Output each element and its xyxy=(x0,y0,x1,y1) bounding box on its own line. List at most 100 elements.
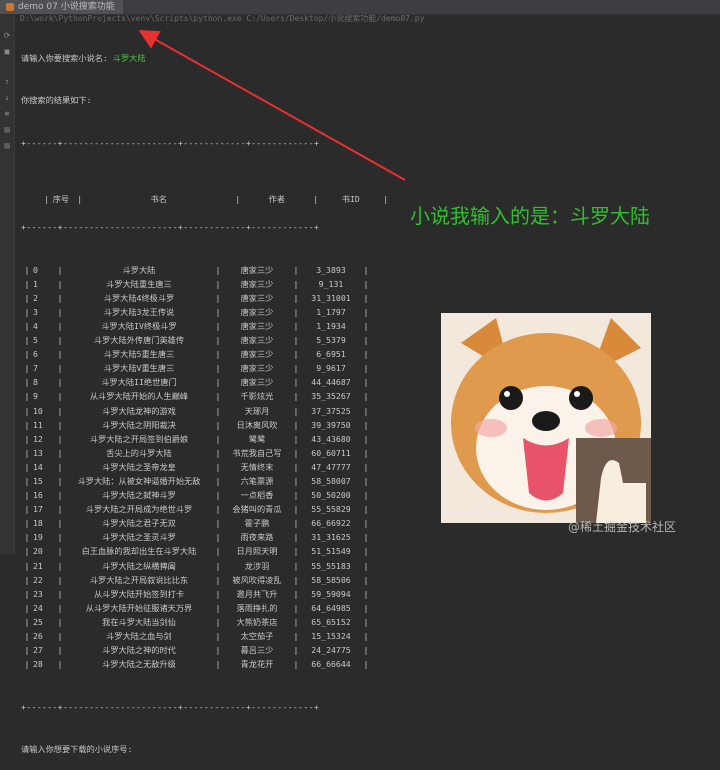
row-book-id: 47_47777 xyxy=(311,461,351,472)
table-row: | 16 | 斗罗大陆之弑神斗罗 | 一点稻香 | 50_50200 | xyxy=(21,488,441,502)
row-title: 斗罗大陆之纵横捭阖 xyxy=(102,560,176,571)
row-index: 0 xyxy=(33,264,38,275)
table-row: | 18 | 斗罗大陆之君子无双 | 霍子鹏 | 66_66922 | xyxy=(21,516,441,530)
table-row: | 7 | 斗罗大陆V重生唐三 | 唐家三少 | 9_9617 | xyxy=(21,361,441,375)
row-index: 3 xyxy=(33,306,38,317)
down-icon[interactable]: ↓ xyxy=(3,94,11,102)
row-index: 24 xyxy=(33,602,43,613)
row-index: 19 xyxy=(33,532,43,543)
console-output[interactable]: 请输入你要搜索小说名: 斗罗大陆 你搜索的结果如下: +------+-----… xyxy=(21,23,441,770)
table-row: | 6 | 斗罗大陆5重生唐三 | 唐家三少 | 6_6951 | xyxy=(21,347,441,361)
row-book-id: 50_50200 xyxy=(311,490,351,501)
row-title: 斗罗大陆之阴阳裁决 xyxy=(102,419,176,430)
table-row: | 1 | 斗罗大陆重生唐三 | 唐家三少 | 9_131 | xyxy=(21,277,441,291)
row-index: 28 xyxy=(33,659,43,670)
row-author: 千影炫光 xyxy=(240,391,274,402)
row-title: 斗罗大陆外传唐门英雄传 xyxy=(93,335,185,346)
row-book-id: 15_15324 xyxy=(311,631,351,642)
row-index: 5 xyxy=(33,335,38,346)
row-index: 11 xyxy=(33,419,43,430)
row-title: 斗罗大陆之开局签到伯爵娘 xyxy=(89,433,189,444)
run-command-line: D:\work\PythonProjects\venv\Scripts\pyth… xyxy=(20,14,425,23)
row-title: 斗罗大陆之圣帝龙皇 xyxy=(102,461,176,472)
row-book-id: 60_60711 xyxy=(311,447,351,458)
row-author: 唐家三少 xyxy=(240,278,274,289)
row-book-id: 66_66644 xyxy=(311,659,351,670)
row-author: 暮吕三少 xyxy=(240,645,274,656)
row-author: 书荒我自己写 xyxy=(232,447,282,458)
col-author: 作者 xyxy=(268,194,285,205)
table-body: | 0 | 斗罗大陆 | 唐家三少 | 3_3893 | | 1 | 斗罗大陆重生唐三 | 唐家三少 | 9_1… xyxy=(21,263,441,672)
table-row: | 20 | 白王血脉的我却出生在斗罗大陆 | 日月照天明 | 51_51549 | xyxy=(21,544,441,558)
table-row: | 17 | 斗罗大陆之开局成为绝世斗罗 | 会猪叫的青瓜 | 55_55829 | xyxy=(21,502,441,516)
row-author: 鹭鹭 xyxy=(248,433,266,444)
row-title: 斗罗大陆之开局叙说比比东 xyxy=(89,574,189,585)
table-row: | 24 | 从斗罗大陆开始征服诸天万界 | 落雨挣扎的 | 64_64985 | xyxy=(21,601,441,615)
row-title: 白王血脉的我却出生在斗罗大陆 xyxy=(81,546,197,557)
row-index: 15 xyxy=(33,476,43,486)
table-row: | 0 | 斗罗大陆 | 唐家三少 | 3_3893 | xyxy=(21,263,441,277)
up-icon[interactable]: ↑ xyxy=(3,78,11,86)
user-input-text: 斗罗大陆 xyxy=(112,53,146,64)
table-row: | 8 | 斗罗大陆II绝世唐门 | 唐家三少 | 44_44687 | xyxy=(21,375,441,389)
row-author: 太空茄子 xyxy=(240,631,274,642)
row-title: 从斗罗大陆开始签到打卡 xyxy=(93,588,185,599)
table-row: | 23 | 从斗罗大陆开始签到打卡 | 邀月共飞升 | 59_59094 | xyxy=(21,587,441,601)
row-book-id: 1_1797 xyxy=(316,306,346,317)
table-row: | 25 | 我在斗罗大陆当剑仙 | 大熊奶茶店 | 65_65152 | xyxy=(21,615,441,629)
row-title: 斗罗大陆之神的时代 xyxy=(102,645,176,656)
row-author: 龙涉羽 xyxy=(244,560,270,571)
python-file-icon xyxy=(6,3,14,11)
shiba-meme-image xyxy=(441,313,651,523)
download-prompt: 请输入你想要下载的小说序号: xyxy=(21,743,133,754)
row-author: 唐家三少 xyxy=(240,377,274,388)
row-index: 25 xyxy=(33,616,43,627)
row-title: 从斗罗大陆开始的人生巅峰 xyxy=(89,391,189,402)
row-book-id: 66_66922 xyxy=(311,518,351,529)
row-index: 14 xyxy=(33,461,43,472)
row-author: 会猪叫的青瓜 xyxy=(232,504,282,515)
row-title: 斗罗大陆之无敌升级 xyxy=(102,659,176,670)
rerun-icon[interactable]: ⟳ xyxy=(3,32,11,40)
table-row: | 26 | 斗罗大陆之血与剑 | 太空茄子 | 15_15324 | xyxy=(21,629,441,643)
row-author: 唐家三少 xyxy=(240,349,274,360)
table-row: | 15 | 斗罗大陆：从被女神逼婚开始无敌 | 六笔票源 | 58_58007 | xyxy=(21,474,441,488)
row-author: 青龙花开 xyxy=(240,659,274,670)
row-author: 日沐离风吹 xyxy=(236,419,278,430)
row-index: 26 xyxy=(33,631,43,642)
row-index: 20 xyxy=(33,546,43,557)
row-title: 斗罗大陆II绝世唐门 xyxy=(101,377,177,388)
table-row: | 22 | 斗罗大陆之开局叙说比比东 | 被风吹得凌乱 | 58_58506 | xyxy=(21,573,441,587)
row-author: 唐家三少 xyxy=(240,264,274,275)
print-icon[interactable]: ▤ xyxy=(3,126,11,134)
row-index: 1 xyxy=(33,278,38,289)
row-title: 斗罗大陆IV终极斗罗 xyxy=(101,320,177,331)
col-book-id: 书ID xyxy=(341,194,360,205)
row-book-id: 31_31625 xyxy=(311,532,351,543)
row-book-id: 1_1934 xyxy=(316,320,346,331)
row-author: 六笔票源 xyxy=(240,476,274,486)
stop-icon[interactable]: ■ xyxy=(3,48,11,56)
run-toolbar: ⟳ ■ ↑ ↓ ≡ ▤ ▥ xyxy=(0,14,15,554)
wrap-icon[interactable]: ≡ xyxy=(3,110,11,118)
row-index: 16 xyxy=(33,490,43,501)
row-book-id: 9_131 xyxy=(318,278,344,289)
table-header-row: | 序号 | 书名 | 作者 | 书ID | xyxy=(21,178,441,204)
editor-tab-bar: demo 07 小说搜索功能 xyxy=(0,0,720,15)
row-title: 斗罗大陆V重生唐三 xyxy=(103,363,175,374)
table-row: | 13 | 舌尖上的斗罗大陆 | 书荒我自己写 | 60_60711 | xyxy=(21,446,441,460)
row-title: 从斗罗大陆开始征服诸天万界 xyxy=(85,602,193,613)
trash-icon[interactable]: ▥ xyxy=(3,142,11,150)
row-title: 斗罗大陆之君子无双 xyxy=(102,518,176,529)
tab-demo07[interactable]: demo 07 小说搜索功能 xyxy=(0,0,123,14)
row-index: 13 xyxy=(33,447,43,458)
row-author: 大熊奶茶店 xyxy=(236,616,278,627)
table-row: | 27 | 斗罗大陆之神的时代 | 暮吕三少 | 24_24775 | xyxy=(21,643,441,657)
row-book-id: 31_31001 xyxy=(311,292,351,303)
row-book-id: 51_51549 xyxy=(311,546,351,557)
row-index: 23 xyxy=(33,588,43,599)
table-row: | 3 | 斗罗大陆3龙王传说 | 唐家三少 | 1_1797 | xyxy=(21,305,441,319)
row-title: 斗罗大陆之圣灵斗罗 xyxy=(102,532,176,543)
row-book-id: 65_65152 xyxy=(311,616,351,627)
table-row: | 14 | 斗罗大陆之圣帝龙皇 | 无情终末 | 47_47777 | xyxy=(21,460,441,474)
